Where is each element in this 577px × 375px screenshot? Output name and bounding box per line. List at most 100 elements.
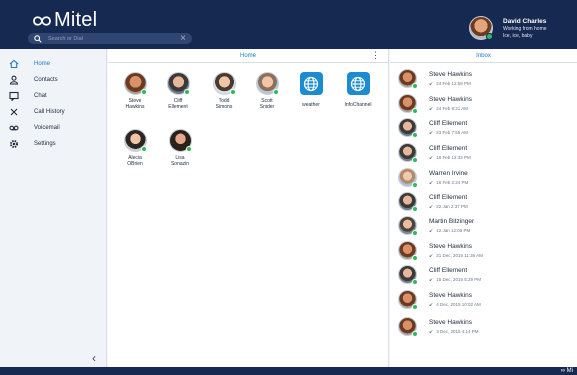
sidebar-item-label: Contacts (34, 77, 58, 83)
chevron-left-icon[interactable]: ‹ (92, 351, 96, 365)
avatar (123, 129, 147, 152)
web-tile[interactable]: InfoChannel (335, 72, 381, 108)
inbox-contact-name: Cliff Ellement (429, 266, 468, 274)
contact-name: Steve Hawkins (125, 98, 145, 110)
inbox-contact-name: Cliff Ellement (429, 119, 468, 127)
home-panel: Home ⋮ Steve Hawkins Cliff Ellement Todd Si… (108, 49, 389, 367)
inbox-row[interactable]: Cliff Ellement ↙ 15 Dec, 2015 5:29 PM (398, 262, 576, 287)
inbox-row[interactable]: Steve Hawkins ↙ 4 Dec, 2015 10:02 AM (398, 287, 576, 312)
more-options-icon[interactable]: ⋮ (371, 51, 380, 60)
sidebar-item-label: Voicemail (34, 125, 60, 131)
mitel-logo: Mitel (33, 9, 97, 32)
inbox-contact-name: Warren Irvine (429, 169, 468, 177)
sidebar-item-contacts[interactable]: Contacts (0, 72, 106, 88)
avatar (398, 192, 418, 212)
presence-available-icon (412, 331, 418, 337)
sidebar-item-voicemail[interactable]: Voicemail (0, 120, 106, 136)
inbox-row[interactable]: Steve Hawkins ↙ 24 Feb 8:21 AM (398, 91, 576, 116)
avatar (398, 317, 418, 337)
contact-name: Todd Simons (215, 98, 233, 110)
contact-tile[interactable]: Scott Snider (244, 72, 290, 110)
inbox-row[interactable]: Cliff Ellement ↙ 22 Jan 2:37 PM (398, 189, 576, 214)
inbox-contact-name: Steve Hawkins (429, 70, 472, 78)
inbox-contact-name: Cliff Ellement (429, 193, 468, 201)
inbox-timestamp: ↙ 18 Feb 12:33 PM (429, 154, 471, 161)
sidebar: Home Contacts Chat Call History Voicemai… (0, 49, 107, 367)
inbox-panel: Inbox Steve Hawkins ↙ 24 Feb 12:58 PM Ste… (390, 49, 577, 367)
sidebar-item-call-history[interactable]: Call History (0, 104, 106, 120)
tile-name: InfoChannel (344, 102, 372, 108)
presence-available-icon (412, 108, 418, 114)
inbox-row[interactable]: Martin Bitzinger ↙ 12 Jan 12:05 PM (398, 213, 576, 238)
contact-tile[interactable]: Alecia OBrien (112, 129, 158, 167)
bottom-bar: ∞ Mi (0, 367, 577, 375)
search-icon (34, 34, 42, 43)
sidebar-item-home[interactable]: Home (0, 56, 106, 72)
missed-call-icon: ↙ (429, 276, 434, 283)
inbox-contact-name: Steve Hawkins (429, 95, 472, 103)
inbox-timestamp: ↙ 12 Jan 12:05 PM (429, 227, 471, 234)
brand-name: Mitel (54, 9, 98, 31)
call-history-icon (9, 107, 19, 117)
presence-available-icon (412, 206, 418, 212)
avatar (398, 143, 418, 163)
inbox-row[interactable]: Warren Irvine ↙ 16 Feb 2:24 PM (398, 165, 576, 190)
home-icon (9, 59, 19, 69)
inbox-row[interactable]: Steve Hawkins ↙ 24 Feb 12:58 PM (398, 66, 576, 91)
missed-call-icon: ↙ (429, 154, 434, 161)
inbox-divider (390, 62, 577, 63)
missed-call-icon: ↙ (429, 301, 434, 308)
inbox-contact-name: Martin Bitzinger (429, 217, 475, 225)
user-avatar[interactable] (469, 16, 493, 40)
contact-name: Scott Snider (259, 98, 275, 110)
sidebar-item-chat[interactable]: Chat (0, 88, 106, 104)
avatar (398, 168, 418, 188)
contact-tile[interactable]: Cliff Ellement (155, 72, 201, 110)
avatar (398, 290, 418, 310)
presence-available-icon (140, 89, 147, 95)
inbox-row[interactable]: Cliff Ellement ↙ 23 Feb 7:55 AM (398, 115, 576, 140)
inbox-timestamp: ↙ 3 Dec, 2015 4:14 PM (429, 328, 479, 335)
user-profile[interactable]: David Charles Working from home Ice, ice… (469, 16, 547, 40)
presence-available-icon (412, 255, 418, 261)
globe-icon (346, 72, 370, 95)
inbox-contact-name: Cliff Ellement (429, 144, 468, 152)
clear-icon[interactable]: × (180, 33, 186, 44)
globe-icon (299, 72, 323, 95)
contact-tile[interactable]: Steve Hawkins (112, 72, 158, 110)
sidebar-item-settings[interactable]: Settings (0, 136, 106, 152)
footer-logo: ∞ Mi (560, 368, 573, 374)
presence-available-icon (412, 132, 418, 138)
user-info: David Charles Working from home Ice, ice… (503, 18, 547, 39)
missed-call-icon: ↙ (429, 80, 434, 87)
person-icon (9, 75, 19, 85)
inbox-row[interactable]: Steve Hawkins ↙ 21 Dec, 2015 11:36 AM (398, 238, 576, 263)
search-bar[interactable]: × (28, 33, 192, 44)
missed-call-icon: ↙ (429, 203, 434, 210)
contact-tile[interactable]: Lisa Sonazin (157, 129, 203, 167)
avatar (398, 94, 418, 114)
inbox-timestamp: ↙ 22 Jan 2:37 PM (429, 203, 468, 210)
inbox-row[interactable]: Steve Hawkins ↙ 3 Dec, 2015 4:14 PM (398, 314, 576, 339)
chat-icon (9, 91, 19, 101)
mitel-mark-icon (33, 15, 51, 26)
contact-tile[interactable]: Todd Simons (201, 72, 247, 110)
inbox-timestamp: ↙ 21 Dec, 2015 11:36 AM (429, 252, 483, 259)
avatar (398, 69, 418, 89)
missed-call-icon: ↙ (429, 227, 434, 234)
inbox-timestamp: ↙ 24 Feb 8:21 AM (429, 105, 468, 112)
missed-call-icon: ↙ (429, 179, 434, 186)
inbox-row[interactable]: Cliff Ellement ↙ 18 Feb 12:33 PM (398, 140, 576, 165)
presence-available-icon (412, 157, 418, 163)
sidebar-item-label: Settings (34, 141, 56, 147)
missed-call-icon: ↙ (429, 328, 434, 335)
presence-available-icon (412, 83, 418, 89)
avatar (212, 72, 236, 95)
search-input[interactable] (48, 35, 177, 42)
web-tile[interactable]: weather (288, 72, 334, 108)
home-title: Home (239, 53, 256, 59)
presence-available-icon (183, 89, 190, 95)
gear-icon (9, 139, 19, 149)
missed-call-icon: ↙ (429, 252, 434, 259)
inbox-timestamp: ↙ 16 Feb 2:24 PM (429, 179, 469, 186)
